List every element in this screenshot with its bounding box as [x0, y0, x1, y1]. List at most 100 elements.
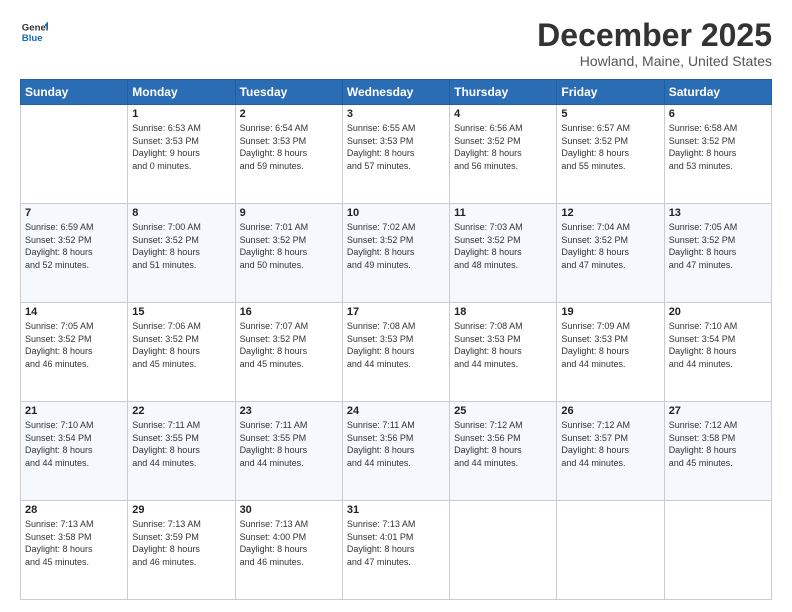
day-info: Sunrise: 6:53 AM Sunset: 3:53 PM Dayligh… — [132, 122, 230, 172]
day-number: 29 — [132, 504, 230, 516]
day-info: Sunrise: 7:13 AM Sunset: 4:01 PM Dayligh… — [347, 518, 445, 568]
day-number: 6 — [669, 108, 767, 120]
day-info: Sunrise: 6:55 AM Sunset: 3:53 PM Dayligh… — [347, 122, 445, 172]
day-number: 20 — [669, 306, 767, 318]
day-info: Sunrise: 7:07 AM Sunset: 3:52 PM Dayligh… — [240, 320, 338, 370]
table-row: 22Sunrise: 7:11 AM Sunset: 3:55 PM Dayli… — [128, 402, 235, 501]
title-block: December 2025 Howland, Maine, United Sta… — [537, 18, 772, 69]
day-number: 24 — [347, 405, 445, 417]
day-number: 14 — [25, 306, 123, 318]
main-title: December 2025 — [537, 18, 772, 53]
day-number: 4 — [454, 108, 552, 120]
svg-text:Blue: Blue — [22, 33, 43, 44]
subtitle: Howland, Maine, United States — [537, 53, 772, 69]
table-row: 11 Sunrise: 7:03 AM Sunset: 3:52 PM Dayli… — [450, 204, 557, 303]
day-info: Sunrise: 6:56 AM Sunset: 3:52 PM Dayligh… — [454, 122, 552, 172]
table-row: 12Sunrise: 7:04 AM Sunset: 3:52 PM Dayli… — [557, 204, 664, 303]
day-info: Sunrise: 7:05 AM Sunset: 3:52 PM Dayligh… — [25, 320, 123, 370]
table-row: 9 Sunrise: 7:01 AM Sunset: 3:52 PM Daylig… — [235, 204, 342, 303]
day-info: Sunrise: 7:12 AM Sunset: 3:56 PM Dayligh… — [454, 419, 552, 469]
day-number: 9 — [240, 207, 338, 219]
col-thursday: Thursday — [450, 80, 557, 105]
header: General Blue December 2025 Howland, Main… — [20, 18, 772, 69]
day-info: Sunrise: 7:03 AM Sunset: 3:52 PM Dayligh… — [454, 221, 552, 271]
table-row: 31Sunrise: 7:13 AM Sunset: 4:01 PM Dayli… — [342, 501, 449, 600]
col-friday: Friday — [557, 80, 664, 105]
day-number: 26 — [561, 405, 659, 417]
table-row: 29 Sunrise: 7:13 AM Sunset: 3:59 PM Dayli… — [128, 501, 235, 600]
logo-icon: General Blue — [20, 18, 48, 46]
calendar-week-row: 28 Sunrise: 7:13 AM Sunset: 3:58 PM Dayli… — [21, 501, 772, 600]
day-number: 10 — [347, 207, 445, 219]
day-info: Sunrise: 6:54 AM Sunset: 3:53 PM Dayligh… — [240, 122, 338, 172]
table-row: 30 Sunrise: 7:13 AM Sunset: 4:00 PM Dayli… — [235, 501, 342, 600]
table-row: 26 Sunrise: 7:12 AM Sunset: 3:57 PM Dayli… — [557, 402, 664, 501]
table-row: 4 Sunrise: 6:56 AM Sunset: 3:52 PM Daylig… — [450, 105, 557, 204]
calendar-week-row: 7Sunrise: 6:59 AM Sunset: 3:52 PM Daylig… — [21, 204, 772, 303]
day-info: Sunrise: 7:12 AM Sunset: 3:57 PM Dayligh… — [561, 419, 659, 469]
table-row: 27Sunrise: 7:12 AM Sunset: 3:58 PM Dayli… — [664, 402, 771, 501]
table-row: 24 Sunrise: 7:11 AM Sunset: 3:56 PM Dayli… — [342, 402, 449, 501]
table-row: 3Sunrise: 6:55 AM Sunset: 3:53 PM Daylig… — [342, 105, 449, 204]
day-info: Sunrise: 7:01 AM Sunset: 3:52 PM Dayligh… — [240, 221, 338, 271]
day-number: 22 — [132, 405, 230, 417]
col-tuesday: Tuesday — [235, 80, 342, 105]
day-info: Sunrise: 6:57 AM Sunset: 3:52 PM Dayligh… — [561, 122, 659, 172]
table-row: 2 Sunrise: 6:54 AM Sunset: 3:53 PM Daylig… — [235, 105, 342, 204]
day-info: Sunrise: 7:06 AM Sunset: 3:52 PM Dayligh… — [132, 320, 230, 370]
table-row: 6Sunrise: 6:58 AM Sunset: 3:52 PM Daylig… — [664, 105, 771, 204]
col-sunday: Sunday — [21, 80, 128, 105]
table-row: 5 Sunrise: 6:57 AM Sunset: 3:52 PM Daylig… — [557, 105, 664, 204]
day-info: Sunrise: 7:10 AM Sunset: 3:54 PM Dayligh… — [25, 419, 123, 469]
table-row: 17Sunrise: 7:08 AM Sunset: 3:53 PM Dayli… — [342, 303, 449, 402]
logo: General Blue — [20, 18, 48, 46]
col-monday: Monday — [128, 80, 235, 105]
day-info: Sunrise: 7:00 AM Sunset: 3:52 PM Dayligh… — [132, 221, 230, 271]
day-info: Sunrise: 7:02 AM Sunset: 3:52 PM Dayligh… — [347, 221, 445, 271]
table-row: 13Sunrise: 7:05 AM Sunset: 3:52 PM Dayli… — [664, 204, 771, 303]
day-number: 18 — [454, 306, 552, 318]
table-row: 14 Sunrise: 7:05 AM Sunset: 3:52 PM Dayli… — [21, 303, 128, 402]
table-row — [21, 105, 128, 204]
calendar-week-row: 1 Sunrise: 6:53 AM Sunset: 3:53 PM Daylig… — [21, 105, 772, 204]
day-number: 21 — [25, 405, 123, 417]
table-row: 10 Sunrise: 7:02 AM Sunset: 3:52 PM Dayli… — [342, 204, 449, 303]
day-info: Sunrise: 7:08 AM Sunset: 3:53 PM Dayligh… — [454, 320, 552, 370]
table-row: 28 Sunrise: 7:13 AM Sunset: 3:58 PM Dayli… — [21, 501, 128, 600]
day-info: Sunrise: 7:13 AM Sunset: 3:59 PM Dayligh… — [132, 518, 230, 568]
table-row: 18 Sunrise: 7:08 AM Sunset: 3:53 PM Dayli… — [450, 303, 557, 402]
day-number: 23 — [240, 405, 338, 417]
day-info: Sunrise: 7:11 AM Sunset: 3:55 PM Dayligh… — [240, 419, 338, 469]
calendar-week-row: 21 Sunrise: 7:10 AM Sunset: 3:54 PM Dayli… — [21, 402, 772, 501]
day-number: 5 — [561, 108, 659, 120]
table-row: 21 Sunrise: 7:10 AM Sunset: 3:54 PM Dayli… — [21, 402, 128, 501]
day-number: 19 — [561, 306, 659, 318]
table-row: 8 Sunrise: 7:00 AM Sunset: 3:52 PM Daylig… — [128, 204, 235, 303]
day-info: Sunrise: 7:05 AM Sunset: 3:52 PM Dayligh… — [669, 221, 767, 271]
day-number: 30 — [240, 504, 338, 516]
day-number: 2 — [240, 108, 338, 120]
calendar-week-row: 14 Sunrise: 7:05 AM Sunset: 3:52 PM Dayli… — [21, 303, 772, 402]
day-info: Sunrise: 7:09 AM Sunset: 3:53 PM Dayligh… — [561, 320, 659, 370]
day-info: Sunrise: 7:13 AM Sunset: 4:00 PM Dayligh… — [240, 518, 338, 568]
day-number: 28 — [25, 504, 123, 516]
day-info: Sunrise: 7:08 AM Sunset: 3:53 PM Dayligh… — [347, 320, 445, 370]
day-info: Sunrise: 7:13 AM Sunset: 3:58 PM Dayligh… — [25, 518, 123, 568]
day-number: 25 — [454, 405, 552, 417]
page: General Blue December 2025 Howland, Main… — [0, 0, 792, 612]
col-wednesday: Wednesday — [342, 80, 449, 105]
table-row: 23 Sunrise: 7:11 AM Sunset: 3:55 PM Dayli… — [235, 402, 342, 501]
calendar-header-row: Sunday Monday Tuesday Wednesday Thursday… — [21, 80, 772, 105]
table-row: 25 Sunrise: 7:12 AM Sunset: 3:56 PM Dayli… — [450, 402, 557, 501]
day-number: 1 — [132, 108, 230, 120]
day-number: 15 — [132, 306, 230, 318]
day-number: 11 — [454, 207, 552, 219]
day-info: Sunrise: 7:11 AM Sunset: 3:56 PM Dayligh… — [347, 419, 445, 469]
table-row: 1 Sunrise: 6:53 AM Sunset: 3:53 PM Daylig… — [128, 105, 235, 204]
day-number: 12 — [561, 207, 659, 219]
table-row: 20Sunrise: 7:10 AM Sunset: 3:54 PM Dayli… — [664, 303, 771, 402]
day-number: 8 — [132, 207, 230, 219]
table-row: 15 Sunrise: 7:06 AM Sunset: 3:52 PM Dayli… — [128, 303, 235, 402]
table-row: 7Sunrise: 6:59 AM Sunset: 3:52 PM Daylig… — [21, 204, 128, 303]
day-number: 16 — [240, 306, 338, 318]
